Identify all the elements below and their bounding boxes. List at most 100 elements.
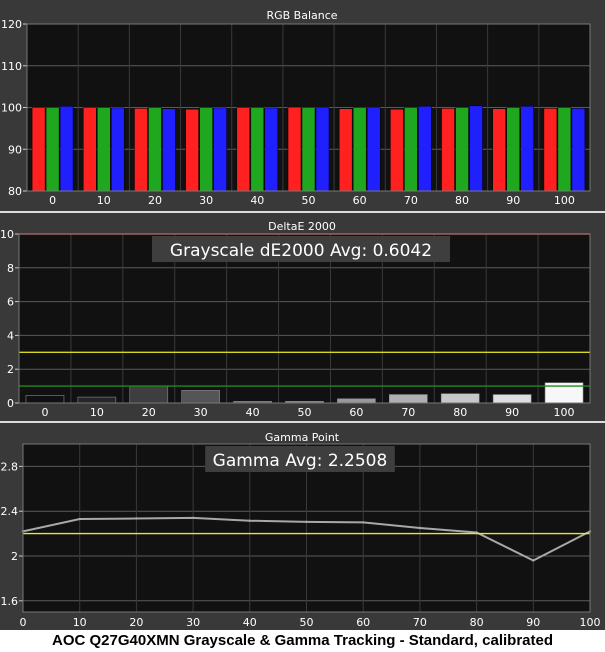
x-tick-label: 80 — [470, 616, 484, 629]
y-tick-label: 2.4 — [1, 505, 19, 518]
rgb-bar — [492, 108, 506, 192]
y-tick-label: 90 — [8, 143, 22, 156]
gamma-point — [135, 517, 138, 520]
gamma-point — [362, 521, 365, 524]
x-tick-label: 30 — [199, 194, 213, 207]
x-tick-label: 60 — [349, 406, 363, 419]
x-tick-label: 30 — [194, 406, 208, 419]
rgb-bar — [520, 105, 534, 192]
rgb-bar — [301, 107, 316, 192]
x-tick-label: 0 — [41, 406, 48, 419]
x-tick-label: 50 — [298, 406, 312, 419]
x-tick-label: 60 — [356, 616, 370, 629]
gamma-point — [418, 526, 422, 530]
y-tick-label: 2 — [11, 550, 18, 563]
x-tick-label: 100 — [580, 616, 601, 629]
delta-e-bar — [492, 394, 532, 404]
y-tick-label: 6 — [7, 296, 14, 309]
y-tick-label: 1.6 — [1, 595, 19, 608]
y-tick-label: 4 — [7, 329, 14, 342]
rgb-bar — [148, 107, 162, 192]
y-tick-label: 2.8 — [1, 460, 19, 473]
x-tick-label: 20 — [142, 406, 156, 419]
gamma-point — [532, 559, 535, 562]
rgb-bar — [315, 107, 330, 192]
delta-e-bar — [77, 396, 117, 404]
rgb-bar — [441, 108, 455, 192]
x-tick-label: 30 — [186, 616, 200, 629]
delta-e-bar — [337, 398, 376, 404]
rgb-bar — [162, 108, 176, 192]
y-tick-label: 8 — [7, 262, 14, 275]
y-tick-label: 110 — [1, 60, 22, 73]
gamma-point — [248, 519, 251, 522]
annotation-text: Gamma Avg: 2.2508 — [213, 451, 388, 471]
x-tick-label: 80 — [455, 194, 469, 207]
rgb-bar — [571, 108, 586, 192]
x-tick-label: 60 — [353, 194, 367, 207]
x-tick-label: 20 — [129, 616, 143, 629]
x-tick-label: 90 — [526, 616, 540, 629]
rgb-bar — [264, 107, 279, 192]
chart-caption: AOC Q27G40XMN Grayscale & Gamma Tracking… — [51, 632, 554, 649]
x-tick-label: 70 — [404, 194, 418, 207]
y-tick-label: 120 — [1, 18, 22, 31]
x-tick-label: 90 — [506, 194, 520, 207]
rgb-bar — [338, 108, 353, 192]
x-tick-label: 100 — [554, 406, 575, 419]
x-tick-label: 20 — [148, 194, 162, 207]
delta-e-bar — [440, 393, 480, 404]
rgb-bar — [185, 108, 199, 192]
rgb-bar — [134, 108, 148, 192]
rgb-bar — [506, 107, 520, 192]
x-tick-label: 100 — [554, 194, 575, 207]
panel-divider — [0, 421, 605, 423]
rgb-bar — [469, 105, 483, 192]
x-tick-label: 0 — [20, 616, 27, 629]
rgb-bar — [250, 107, 265, 192]
rgb-bar — [287, 106, 302, 192]
panel-divider — [0, 211, 605, 213]
chart-title: DeltaE 2000 — [268, 220, 336, 233]
rgb-bar — [455, 107, 469, 192]
x-tick-label: 90 — [505, 406, 519, 419]
rgb-bar — [352, 107, 367, 192]
charts-svg: RGB Balance80901001101200 10 20 30 40 50 60 70 8… — [0, 9, 605, 629]
rgb-bar — [83, 107, 97, 192]
x-tick-label: 40 — [246, 406, 260, 419]
rgb-bar — [111, 107, 125, 192]
rgb-bar — [543, 108, 558, 192]
x-tick-label: 70 — [413, 616, 427, 629]
gamma-point — [305, 520, 308, 524]
y-tick-label: 10 — [0, 228, 14, 241]
rgb-bar — [418, 105, 432, 192]
gamma-point — [78, 517, 81, 521]
y-tick-label: 100 — [1, 102, 22, 115]
rgb-bar — [31, 107, 46, 192]
x-tick-label: 80 — [453, 406, 467, 419]
chart-stage: RGB Balance 80 90 100 110 120 0 10 20 30 40 50 60 70 8… — [0, 0, 605, 630]
x-tick-label: 50 — [302, 194, 316, 207]
x-tick-label: 40 — [243, 616, 257, 629]
rgb-bar — [59, 105, 74, 192]
rgb-bar — [390, 108, 404, 192]
delta-e-bar — [181, 390, 220, 404]
x-tick-label: 10 — [97, 194, 111, 207]
delta-e-bar — [25, 395, 65, 404]
y-tick-label: 2 — [7, 363, 14, 376]
x-tick-label: 50 — [300, 616, 314, 629]
x-tick-label: 0 — [49, 194, 56, 207]
x-tick-label: 40 — [250, 194, 264, 207]
chart-title: RGB Balance — [266, 9, 337, 22]
rgb-bar — [404, 107, 418, 192]
x-tick-label: 10 — [73, 616, 87, 629]
rgb-bar — [45, 107, 60, 192]
rgb-bar — [557, 107, 572, 192]
annotation-text: Grayscale dE2000 Avg: 0.6042 — [170, 241, 432, 261]
delta-e-bar — [389, 394, 428, 404]
rgb-bar — [213, 107, 227, 192]
rgb-bar — [366, 107, 381, 192]
gamma-point — [191, 516, 195, 520]
chart-title: Gamma Point — [265, 431, 340, 444]
x-tick-label: 70 — [401, 406, 415, 419]
